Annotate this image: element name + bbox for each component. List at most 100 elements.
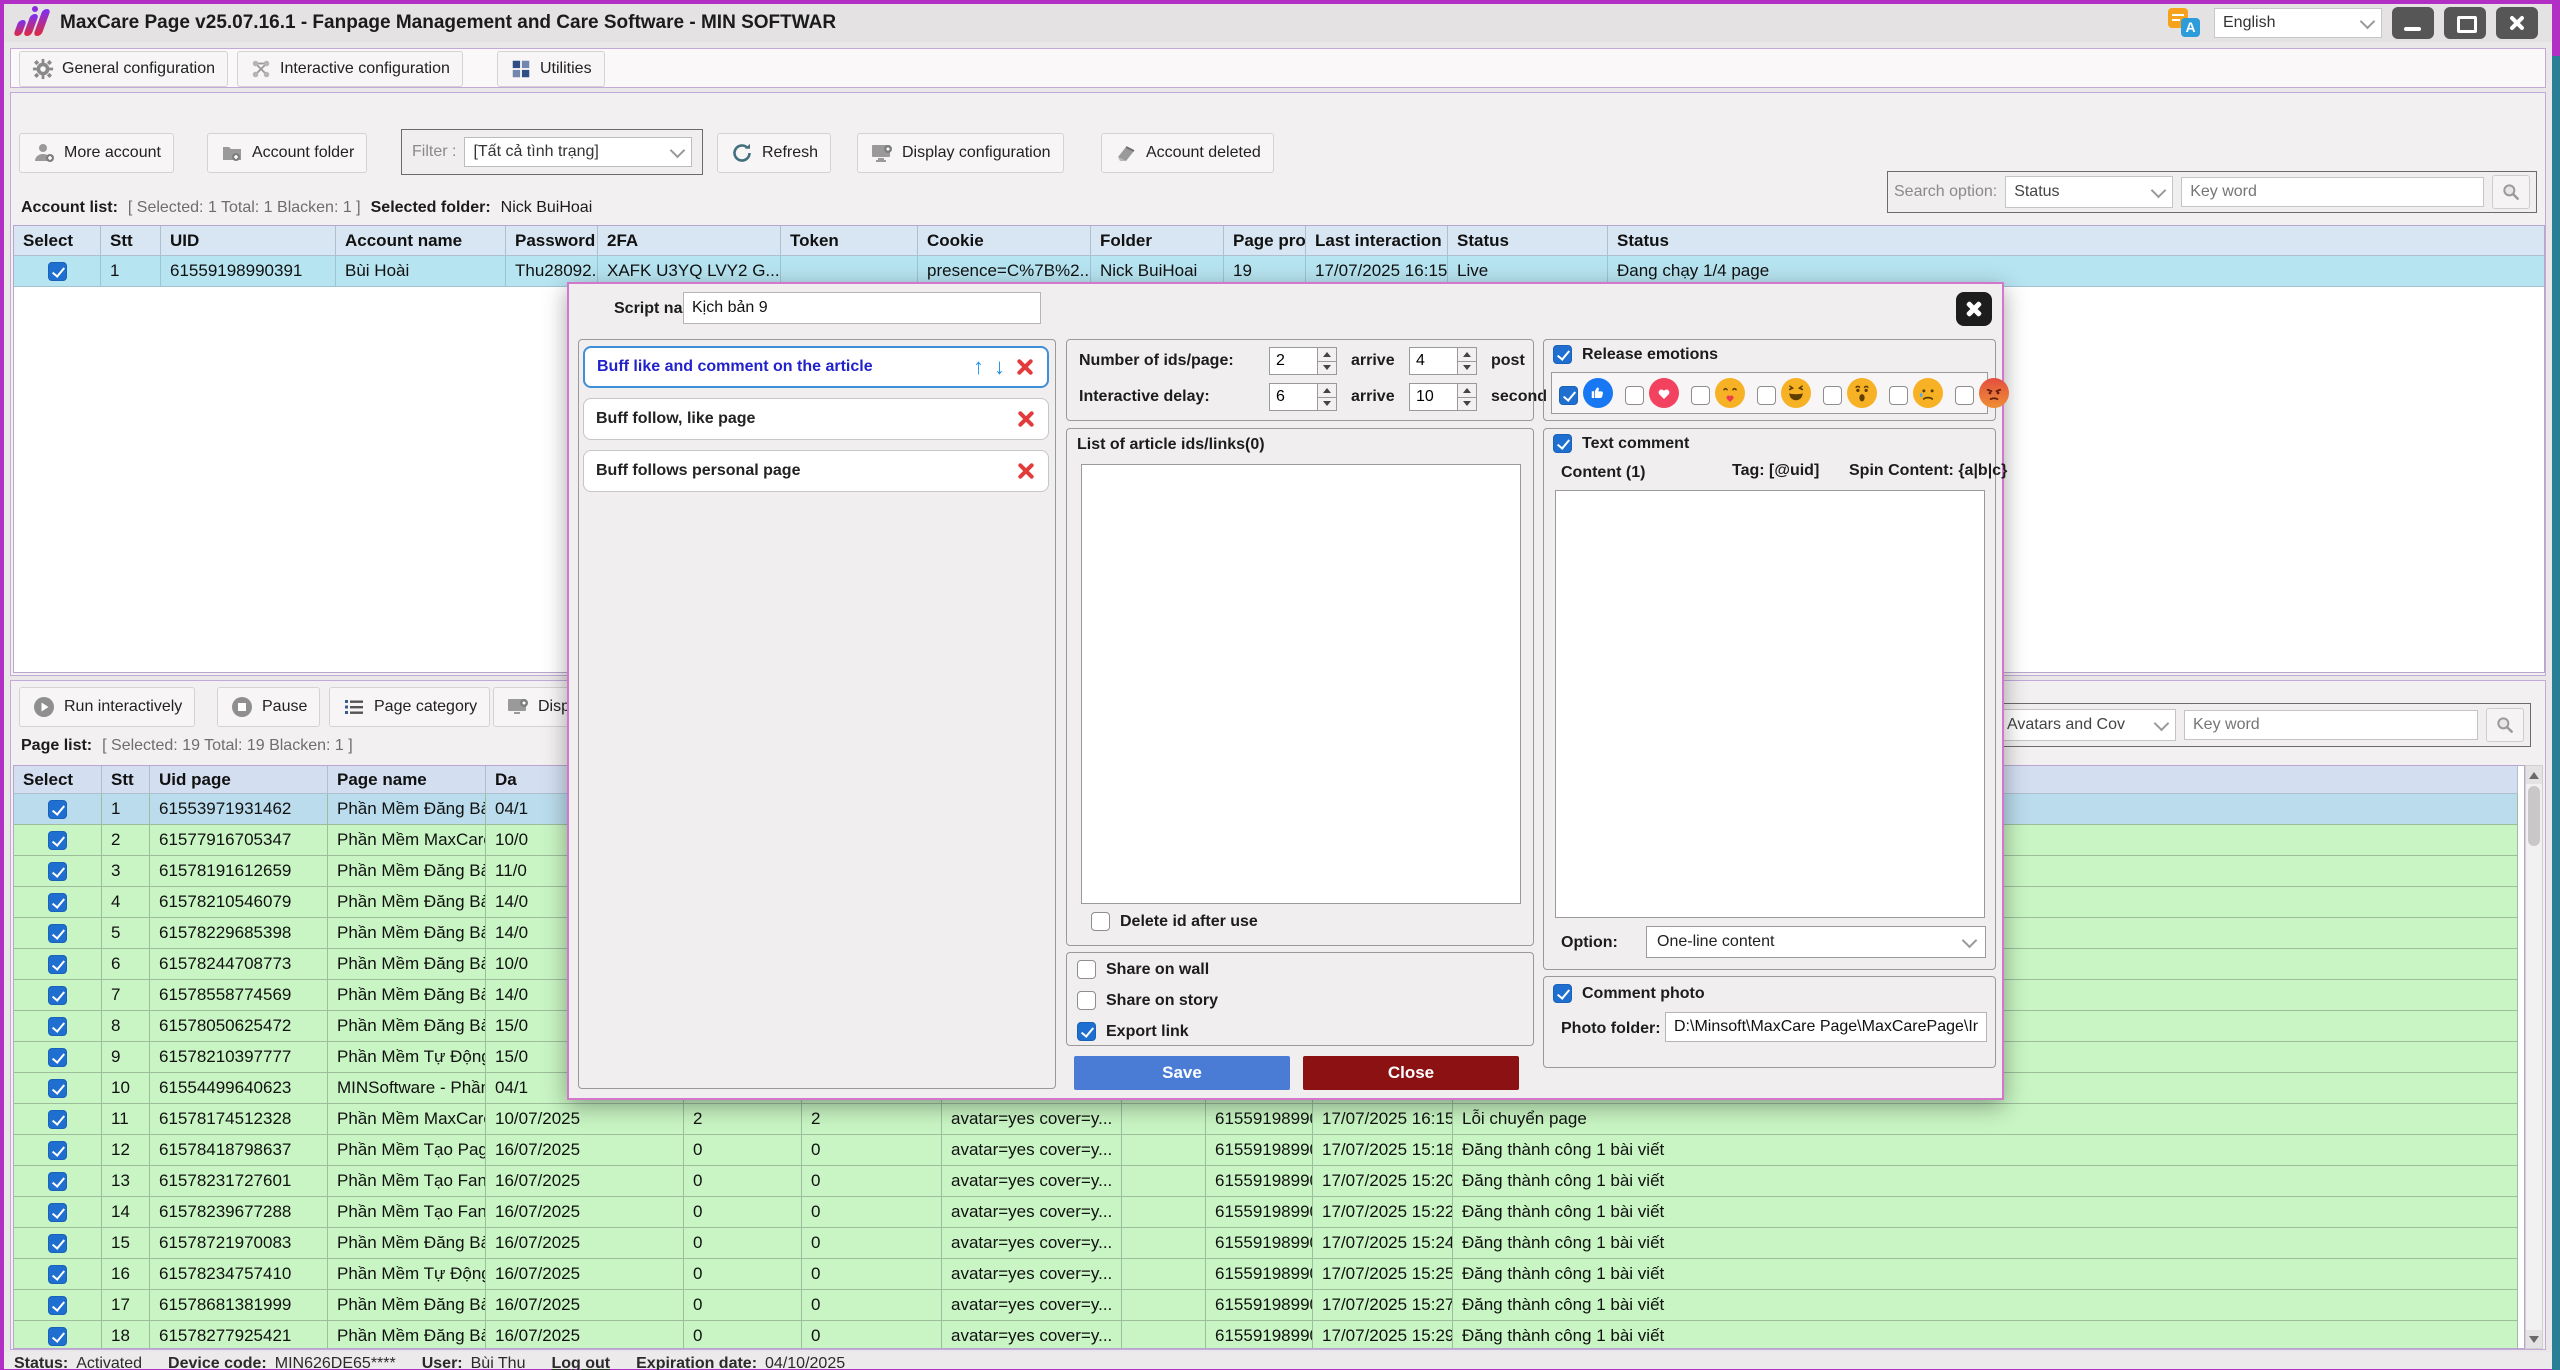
scroll-up-button[interactable] xyxy=(2526,766,2542,784)
account-search-option-select[interactable]: Status xyxy=(2005,176,2173,208)
share-option-checkbox[interactable] xyxy=(1077,1022,1096,1041)
row-checkbox[interactable] xyxy=(48,1079,67,1098)
tab-general-configuration[interactable]: General configuration xyxy=(19,51,228,87)
column-header[interactable]: Page profile xyxy=(1224,226,1306,256)
column-header[interactable]: Account name xyxy=(336,226,506,256)
share-option-checkbox[interactable] xyxy=(1077,991,1096,1010)
column-header[interactable]: 2FA xyxy=(598,226,781,256)
article-list-textarea[interactable] xyxy=(1081,464,1521,904)
share-option-checkbox[interactable] xyxy=(1077,960,1096,979)
row-checkbox[interactable] xyxy=(48,893,67,912)
display-configuration-button[interactable]: Display configuration xyxy=(857,133,1064,173)
column-header[interactable]: Select xyxy=(14,226,101,256)
tab-utilities[interactable]: Utilities xyxy=(497,51,605,87)
comment-content-textarea[interactable] xyxy=(1555,490,1985,918)
spin-up[interactable] xyxy=(1318,348,1336,362)
delete-step-button[interactable] xyxy=(1015,357,1035,377)
row-checkbox[interactable] xyxy=(48,1296,67,1315)
page-keyword-input[interactable] xyxy=(2184,710,2478,740)
page-table-row[interactable]: 1761578681381999Phần Mềm Đăng Bài Pag...… xyxy=(14,1290,2518,1321)
row-checkbox[interactable] xyxy=(48,1141,67,1160)
column-header[interactable]: Page name xyxy=(328,766,486,794)
reaction-angry-checkbox[interactable] xyxy=(1955,386,1974,405)
page-search-button[interactable] xyxy=(2486,708,2524,742)
column-header[interactable]: Stt xyxy=(101,226,161,256)
ids-from-spinner[interactable]: 2 xyxy=(1269,347,1337,375)
reaction-care-checkbox[interactable] xyxy=(1691,386,1710,405)
more-account-button[interactable]: More account xyxy=(19,133,174,173)
reaction-sad-checkbox[interactable] xyxy=(1889,386,1908,405)
scroll-down-button[interactable] xyxy=(2526,1330,2542,1348)
page-search-option-select[interactable]: Avatars and Cov xyxy=(1998,709,2176,741)
spin-down[interactable] xyxy=(1318,362,1336,375)
photo-folder-input[interactable] xyxy=(1665,1012,1987,1042)
row-checkbox[interactable] xyxy=(48,924,67,943)
close-window-button[interactable] xyxy=(2496,7,2538,39)
column-header[interactable]: Stt xyxy=(102,766,150,794)
reaction-like-checkbox[interactable] xyxy=(1559,386,1578,405)
page-table-row[interactable]: 1661578234757410Phần Mềm Tự Động Đăn...1… xyxy=(14,1259,2518,1290)
page-table-row[interactable]: 1861578277925421Phần Mềm Đăng Bài Pag...… xyxy=(14,1321,2518,1349)
row-checkbox[interactable] xyxy=(48,1048,67,1067)
delete-id-checkbox[interactable] xyxy=(1091,912,1110,931)
text-comment-checkbox[interactable] xyxy=(1553,434,1572,453)
logout-link[interactable]: Log out xyxy=(551,1355,610,1369)
save-button[interactable]: Save xyxy=(1074,1056,1290,1090)
row-checkbox[interactable] xyxy=(48,262,67,281)
spin-up[interactable] xyxy=(1458,348,1476,362)
row-checkbox[interactable] xyxy=(48,800,67,819)
spin-down[interactable] xyxy=(1318,398,1336,411)
script-step-item[interactable]: Buff like and comment on the article↑↓ xyxy=(583,346,1049,388)
page-table-row[interactable]: 1461578239677288Phần Mềm Tạo Fanpage ...… xyxy=(14,1197,2518,1228)
column-header[interactable]: Folder xyxy=(1091,226,1224,256)
column-header[interactable]: Status xyxy=(1448,226,1608,256)
page-table-row[interactable]: 1161578174512328Phần Mềm MaxCare - Ph...… xyxy=(14,1104,2518,1135)
page-category-button[interactable]: Page category xyxy=(329,687,490,727)
row-checkbox[interactable] xyxy=(48,1017,67,1036)
row-checkbox[interactable] xyxy=(48,1172,67,1191)
reaction-haha-checkbox[interactable] xyxy=(1757,386,1776,405)
spin-up[interactable] xyxy=(1458,384,1476,398)
account-deleted-button[interactable]: Account deleted xyxy=(1101,133,1274,173)
delete-step-button[interactable] xyxy=(1016,409,1036,429)
column-header[interactable]: Status xyxy=(1608,226,2545,256)
move-down-button[interactable]: ↓ xyxy=(994,356,1005,378)
row-checkbox[interactable] xyxy=(48,831,67,850)
minimize-button[interactable] xyxy=(2392,7,2434,39)
pause-button[interactable]: Pause xyxy=(217,687,320,727)
column-header[interactable]: UID xyxy=(161,226,336,256)
row-checkbox[interactable] xyxy=(48,862,67,881)
row-checkbox[interactable] xyxy=(48,1203,67,1222)
delete-step-button[interactable] xyxy=(1016,461,1036,481)
column-header[interactable]: Uid page xyxy=(150,766,328,794)
filter-select[interactable]: [Tất cả tình trạng] xyxy=(464,137,692,167)
reaction-wow-checkbox[interactable] xyxy=(1823,386,1842,405)
spin-down[interactable] xyxy=(1458,362,1476,375)
column-header[interactable]: Password xyxy=(506,226,598,256)
row-checkbox[interactable] xyxy=(48,1110,67,1129)
row-checkbox[interactable] xyxy=(48,1265,67,1284)
comment-option-select[interactable]: One-line content xyxy=(1646,926,1986,958)
delay-from-spinner[interactable]: 6 xyxy=(1269,383,1337,411)
language-select[interactable]: English xyxy=(2214,8,2382,38)
account-folder-button[interactable]: Account folder xyxy=(207,133,367,173)
run-interactively-button[interactable]: Run interactively xyxy=(19,687,195,727)
spin-down[interactable] xyxy=(1458,398,1476,411)
script-name-input[interactable] xyxy=(683,292,1041,324)
refresh-button[interactable]: Refresh xyxy=(717,133,831,173)
row-checkbox[interactable] xyxy=(48,955,67,974)
script-step-item[interactable]: Buff follow, like page xyxy=(583,398,1049,440)
page-table-row[interactable]: 1261578418798637Phần Mềm Tạo Page Tự ...… xyxy=(14,1135,2518,1166)
reaction-love-checkbox[interactable] xyxy=(1625,386,1644,405)
column-header[interactable]: Cookie xyxy=(918,226,1091,256)
row-checkbox[interactable] xyxy=(48,1234,67,1253)
dialog-close-action-button[interactable]: Close xyxy=(1303,1056,1519,1090)
page-table-scrollbar[interactable] xyxy=(2525,765,2543,1349)
row-checkbox[interactable] xyxy=(48,1327,67,1346)
ids-to-spinner[interactable]: 4 xyxy=(1409,347,1477,375)
account-search-button[interactable] xyxy=(2492,175,2530,209)
column-header[interactable]: Select xyxy=(14,766,102,794)
tab-interactive-configuration[interactable]: Interactive configuration xyxy=(237,51,463,87)
account-keyword-input[interactable] xyxy=(2181,177,2484,207)
scrollbar-thumb[interactable] xyxy=(2528,786,2540,846)
